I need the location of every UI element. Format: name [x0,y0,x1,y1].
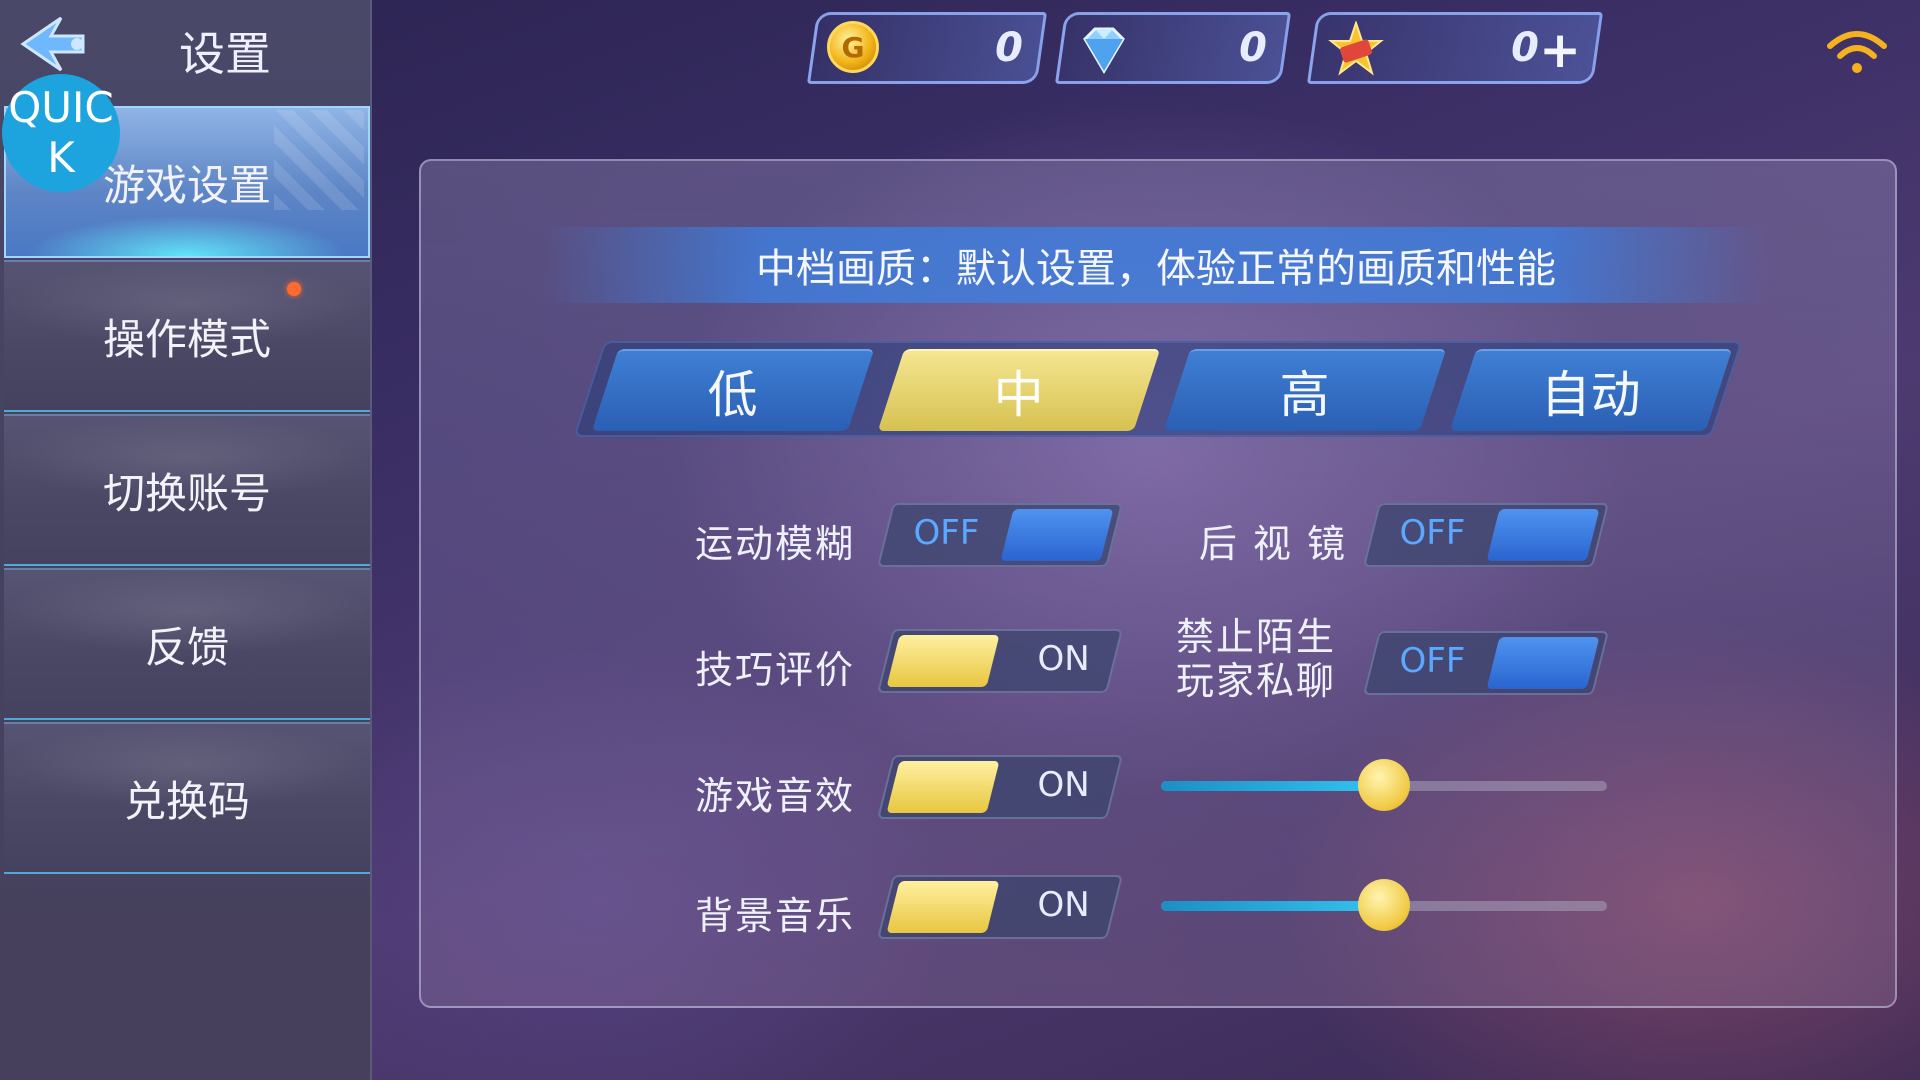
gold-value: 0 [995,25,1023,71]
quick-badge-line1: QUIC [8,83,114,132]
page-title: 设置 [179,27,271,81]
toggle-knob [1486,509,1600,561]
sidebar-item-label: 兑换码 [123,776,250,826]
sidebar-item-feedback[interactable]: 反馈 [4,568,370,720]
ticket-icon [1328,21,1384,76]
diamond-value: 0 [1239,25,1267,71]
quality-low-label: 低 [707,366,758,424]
toggle-knob [886,761,1000,813]
sidebar-menu: 游戏设置 操作模式 切换账号 反馈 兑换码 [4,106,370,876]
toggle-state-text: OFF [1399,513,1466,553]
background-music-label: 背景音乐 [694,894,855,938]
back-button[interactable] [14,8,94,84]
toggle-knob [1486,637,1600,689]
sound-effects-toggle[interactable]: ON [877,755,1123,819]
sidebar-item-redeem-code[interactable]: 兑换码 [4,722,370,874]
sound-effects-volume-slider[interactable] [1161,759,1607,811]
block-stranger-chat-label-line1: 禁止陌生 [1175,615,1336,659]
notification-dot [287,282,301,296]
quality-medium-label: 中 [993,366,1044,424]
diamond-counter: 0 [1054,12,1292,84]
slider-thumb[interactable] [1358,759,1410,811]
quality-medium-button[interactable]: 中 [877,349,1161,431]
quality-high-label: 高 [1279,366,1330,424]
diamond-icon [1083,27,1125,74]
sidebar-item-label: 反馈 [144,622,229,672]
motion-blur-label: 运动模糊 [694,522,855,566]
sidebar-item-label: 操作模式 [102,314,271,364]
quick-floating-button[interactable]: QUIC K [2,74,120,192]
block-stranger-chat-toggle[interactable]: OFF [1363,631,1609,695]
sound-effects-label: 游戏音效 [694,774,855,818]
toggle-knob [886,881,1000,933]
toggle-state-text: ON [1037,639,1090,679]
toggle-state-text: ON [1037,765,1090,805]
background-music-volume-slider[interactable] [1161,879,1607,931]
rear-mirror-label: 后 视 镜 [1198,522,1347,566]
toggle-state-text: OFF [1399,641,1466,681]
toggle-state-text: OFF [913,513,980,553]
wifi-icon [1827,31,1887,73]
toggle-knob [1000,509,1114,561]
toggle-knob [886,635,1000,687]
background-music-toggle[interactable]: ON [877,875,1123,939]
slider-fill [1161,901,1384,911]
ticket-value: 0 [1511,25,1539,71]
quality-high-button[interactable]: 高 [1163,349,1447,431]
skill-rating-toggle[interactable]: ON [877,629,1123,693]
sidebar-item-label: 切换账号 [102,468,271,518]
gold-counter: G 0 [806,12,1048,84]
block-stranger-chat-label: 禁止陌生 玩家私聊 [1151,615,1361,703]
skill-rating-label: 技巧评价 [694,648,855,692]
quality-auto-label: 自动 [1540,366,1641,424]
quality-description: 中档画质：默认设置，体验正常的画质和性能 [541,227,1771,303]
slider-fill [1161,781,1384,791]
quick-badge-line2: K [47,133,75,182]
gold-coin-icon: G [827,21,885,79]
sidebar-item-label: 游戏设置 [102,160,271,210]
back-arrow-icon [20,16,85,72]
sidebar: 设置 QUIC K 游戏设置 操作模式 切换账号 反馈 兑换码 [0,0,372,1080]
add-ticket-button[interactable]: + [1539,21,1581,79]
rear-mirror-toggle[interactable]: OFF [1363,503,1609,567]
slider-thumb[interactable] [1358,879,1410,931]
sidebar-item-switch-account[interactable]: 切换账号 [4,414,370,566]
block-stranger-chat-label-line2: 玩家私聊 [1175,659,1336,703]
settings-panel: 中档画质：默认设置，体验正常的画质和性能 低 中 高 自动 运动模糊 OFF 后… [419,159,1897,1008]
toggle-state-text: ON [1037,885,1090,925]
quality-auto-button[interactable]: 自动 [1449,349,1733,431]
motion-blur-toggle[interactable]: OFF [877,503,1123,567]
ticket-counter: 0 + [1306,12,1604,84]
sidebar-item-control-mode[interactable]: 操作模式 [4,260,370,412]
quality-low-button[interactable]: 低 [591,349,875,431]
